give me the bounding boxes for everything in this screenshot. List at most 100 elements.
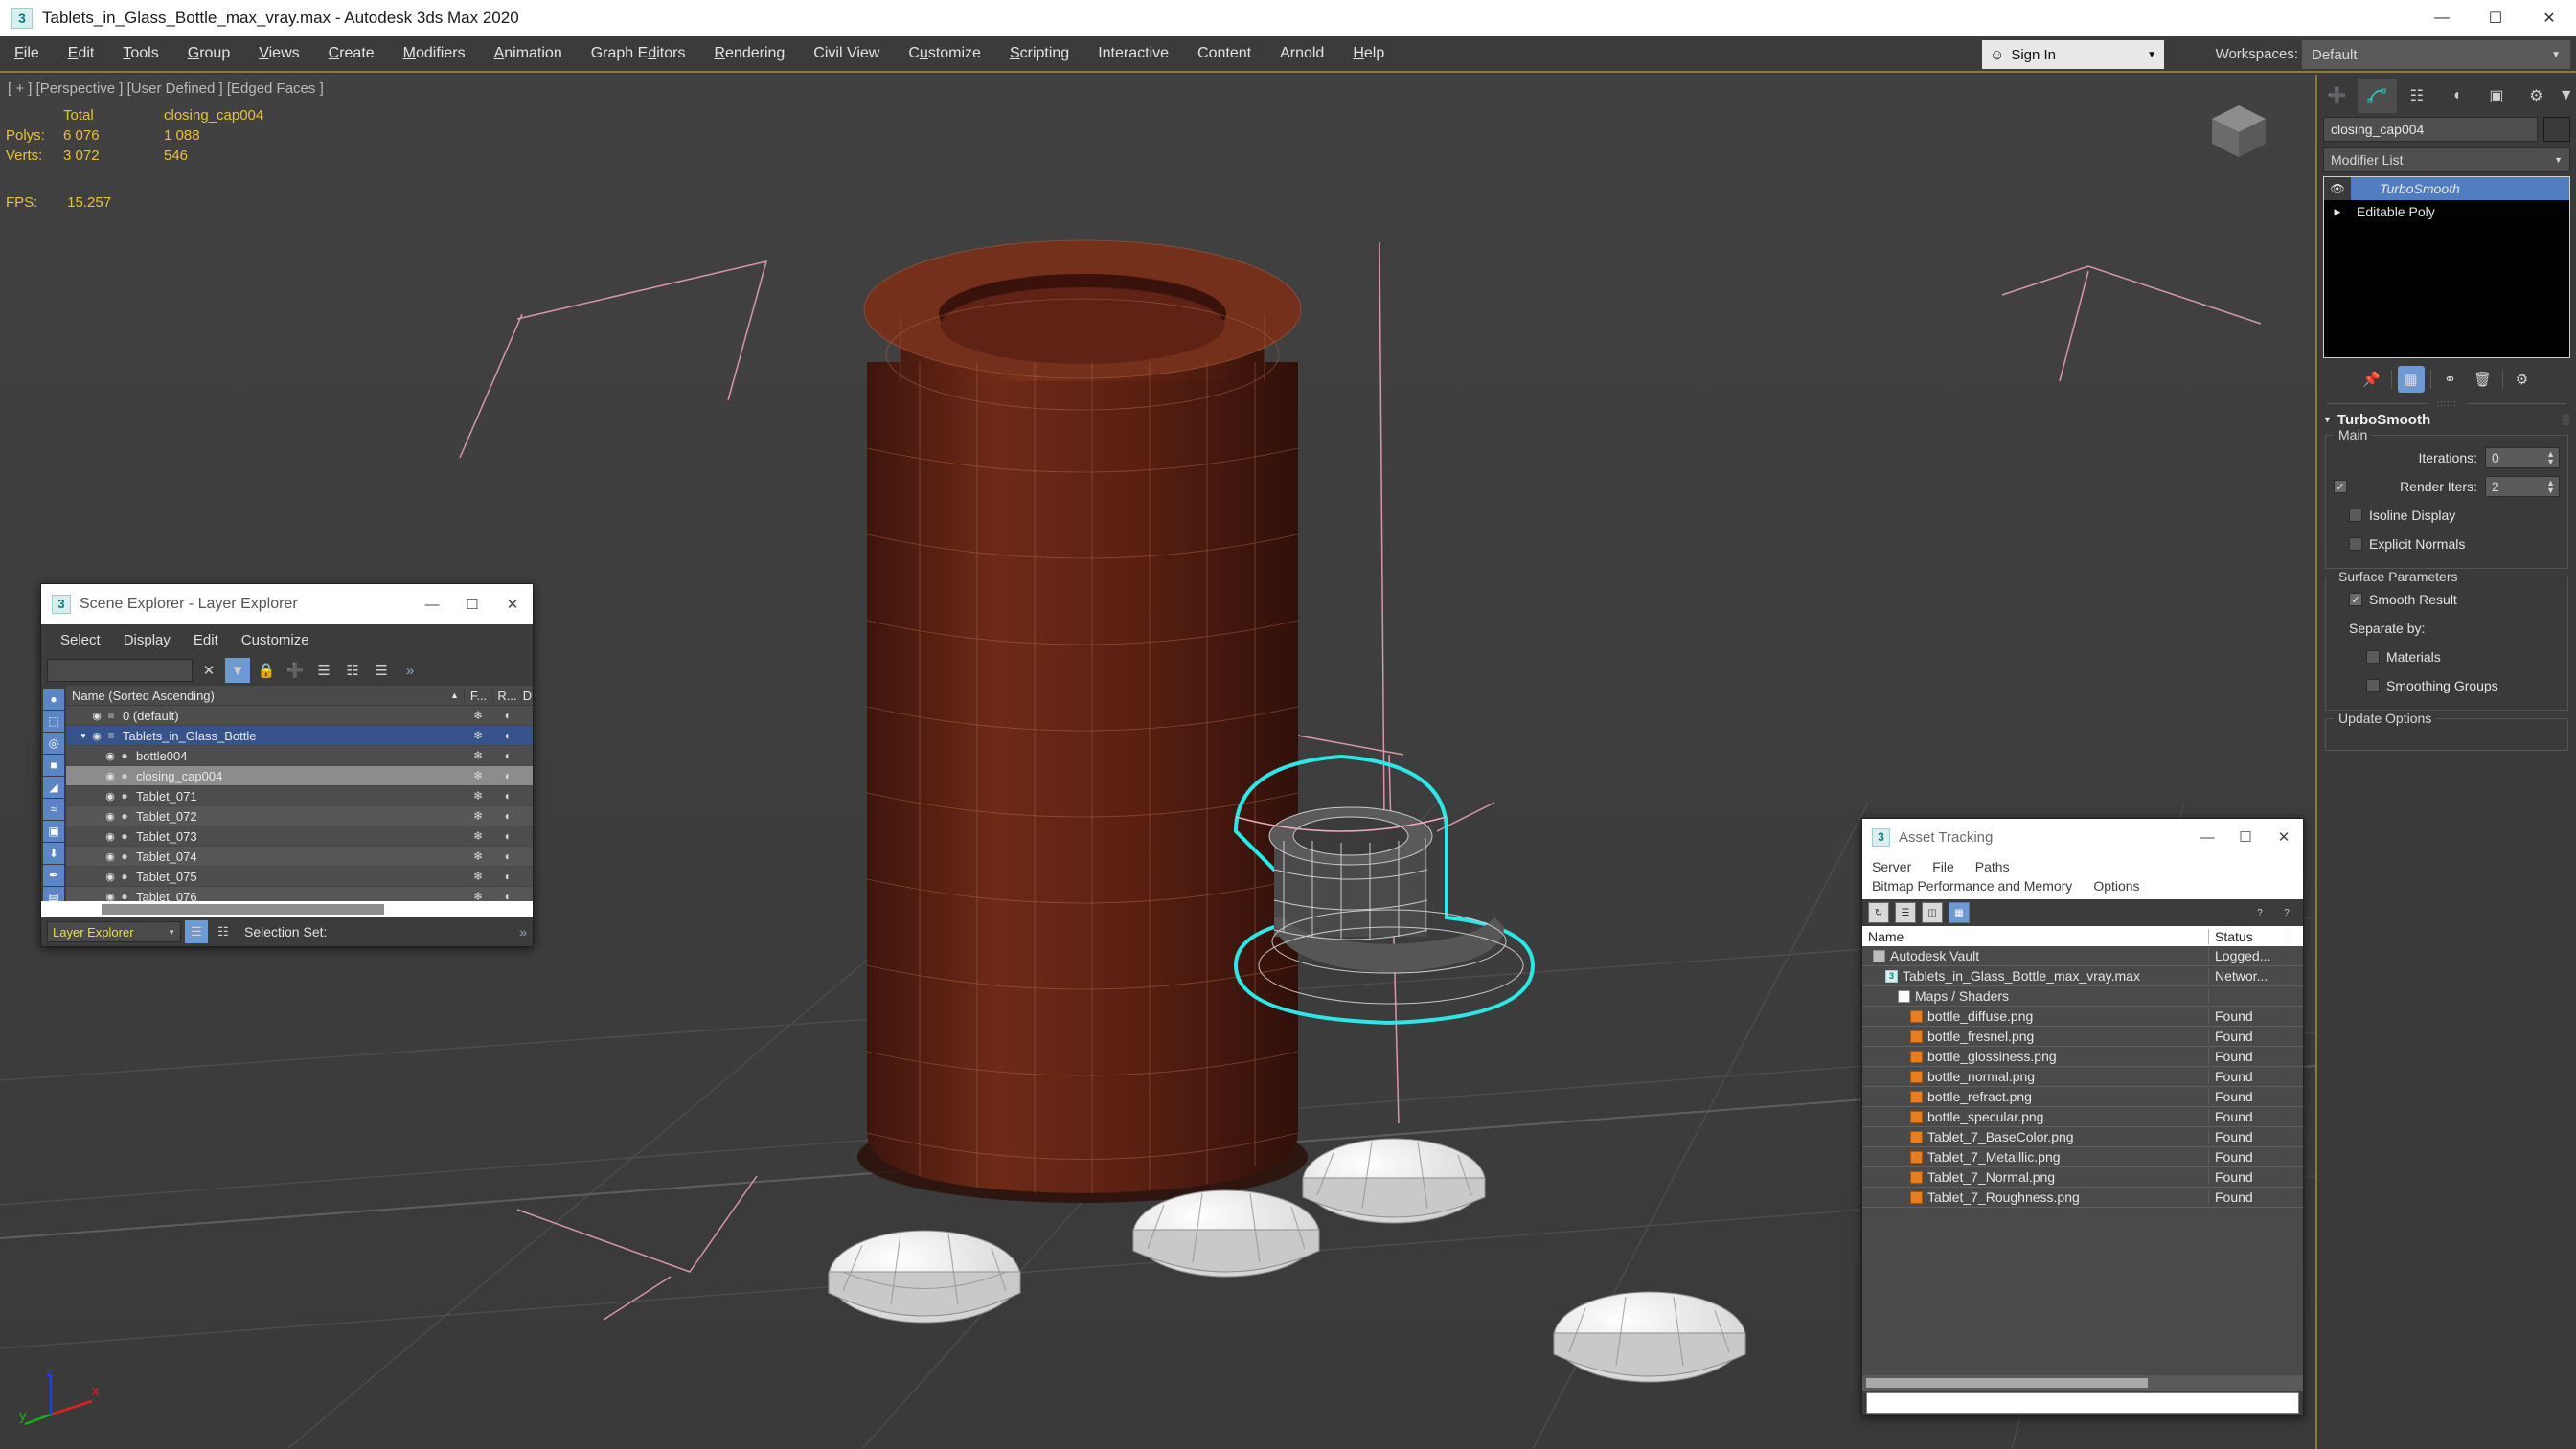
menu-item-file[interactable]: File — [0, 35, 54, 72]
at-menu-paths[interactable]: Paths — [1975, 857, 2010, 876]
freeze-icon[interactable]: ❄ — [464, 829, 492, 843]
table-row[interactable]: Autodesk Vault Logged... — [1862, 946, 2303, 966]
close-button[interactable]: ✕ — [2522, 0, 2576, 36]
table-row[interactable]: bottle_fresnel.png Found — [1862, 1027, 2303, 1047]
visibility-icon[interactable]: ◉ — [103, 810, 118, 823]
table-row[interactable]: bottle_diffuse.png Found — [1862, 1007, 2303, 1027]
utilities-tab[interactable]: ⚙ — [2517, 79, 2557, 113]
table-row[interactable]: Maps / Shaders — [1862, 986, 2303, 1007]
freeze-icon[interactable]: ❄ — [464, 870, 492, 883]
isoline-display-checkbox[interactable]: ✓ — [2349, 509, 2362, 522]
se-close-button[interactable]: ✕ — [492, 584, 533, 624]
object-icon[interactable]: ● — [118, 849, 131, 863]
freeze-icon[interactable]: ❄ — [464, 849, 492, 863]
menu-item-views[interactable]: Views — [244, 35, 313, 72]
menu-item-group[interactable]: Group — [173, 35, 244, 72]
xref-filter-icon[interactable]: ⬇ — [43, 843, 64, 864]
layer-icon[interactable]: ≡ — [104, 729, 118, 742]
detail-view-icon[interactable]: ◫ — [1922, 902, 1943, 923]
grid-view-icon[interactable]: ▦ — [1949, 902, 1970, 923]
spinner-down-icon[interactable]: ▼ — [2546, 458, 2555, 466]
more-icon[interactable]: » — [398, 658, 422, 683]
viewport-label[interactable]: [ + ] [Perspective ] [User Defined ] [Ed… — [8, 80, 324, 97]
object-icon[interactable]: ● — [118, 890, 131, 901]
horizontal-scrollbar[interactable] — [41, 901, 533, 917]
menu-item-edit[interactable]: Edit — [54, 35, 109, 72]
freeze-icon[interactable]: ❄ — [464, 789, 492, 803]
explicit-normals-checkbox[interactable]: ✓ — [2349, 537, 2362, 551]
table-row[interactable]: ◉ ● Tablet_072 ❄ ◖ — [66, 806, 533, 826]
list-view-icon[interactable]: ☰ — [1895, 902, 1916, 923]
column-render[interactable]: R... — [492, 688, 521, 703]
make-unique-icon[interactable]: ⚭ — [2437, 366, 2464, 393]
object-icon[interactable]: ● — [118, 789, 131, 803]
camera-filter-icon[interactable]: ■ — [43, 755, 64, 776]
expand-arrow-icon[interactable]: ▶ — [2324, 207, 2351, 217]
table-row[interactable]: Tablet_7_Metalllic.png Found — [1862, 1147, 2303, 1167]
table-row[interactable]: Tablet_7_Normal.png Found — [1862, 1167, 2303, 1188]
group-filter-icon[interactable]: ▣ — [43, 821, 64, 842]
table-row[interactable]: Tablet_7_Roughness.png Found — [1862, 1188, 2303, 1208]
column-status[interactable]: Status — [2209, 928, 2291, 944]
bone-filter-icon[interactable]: ✒ — [43, 865, 64, 886]
table-row[interactable]: ◉ ● Tablet_074 ❄ ◖ — [66, 847, 533, 867]
table-row[interactable]: ◉ ● Tablet_075 ❄ ◖ — [66, 867, 533, 887]
scene-explorer-window[interactable]: 3 Scene Explorer - Layer Explorer — ☐ ✕ … — [40, 583, 534, 947]
render-icon[interactable]: ◖ — [492, 749, 521, 762]
iterations-spinner[interactable]: 0 ▲ ▼ — [2485, 447, 2560, 468]
table-row[interactable]: bottle_refract.png Found — [1862, 1087, 2303, 1107]
at-close-button[interactable]: ✕ — [2265, 819, 2303, 855]
configure-modifier-sets-icon[interactable]: ⚙ — [2509, 366, 2536, 393]
smoothing-groups-checkbox[interactable]: ✓ — [2366, 679, 2380, 692]
at-menu-server[interactable]: Server — [1872, 857, 1911, 876]
filter-icon[interactable]: ▼ — [225, 658, 250, 683]
menu-item-graph-editors[interactable]: Graph Editors — [577, 35, 700, 72]
pin-stack-icon[interactable]: 📌 — [2359, 366, 2385, 393]
add-layer-icon[interactable]: ➕ — [283, 658, 308, 683]
object-icon[interactable]: ● — [118, 829, 131, 843]
menu-item-interactive[interactable]: Interactive — [1083, 35, 1183, 72]
se-menu-customize[interactable]: Customize — [230, 632, 321, 648]
object-icon[interactable]: ● — [118, 749, 131, 762]
refresh-icon[interactable]: ↻ — [1868, 902, 1889, 923]
table-row[interactable]: ◉ ● Tablet_071 ❄ ◖ — [66, 786, 533, 806]
at-minimize-button[interactable]: — — [2188, 819, 2226, 855]
asset-tracking-window[interactable]: 3 Asset Tracking — ☐ ✕ Server File Paths B… — [1861, 818, 2304, 1416]
motion-tab[interactable]: ◖ — [2437, 79, 2477, 113]
geometry-filter-icon[interactable]: ● — [43, 689, 64, 710]
freeze-icon[interactable]: ❄ — [464, 769, 492, 782]
create-tab[interactable]: ➕ — [2317, 79, 2358, 113]
menu-item-animation[interactable]: Animation — [480, 35, 577, 72]
se-menu-select[interactable]: Select — [49, 632, 112, 648]
visibility-icon[interactable]: ◉ — [103, 850, 118, 863]
render-icon[interactable]: ◖ — [492, 709, 521, 722]
menu-item-help[interactable]: Help — [1338, 35, 1399, 72]
expand-arrow-icon[interactable]: ▼ — [80, 732, 89, 740]
menu-item-scripting[interactable]: Scripting — [995, 35, 1083, 72]
hierarchy-toggle[interactable]: ☷ — [212, 920, 235, 943]
remove-modifier-icon[interactable]: 🗑 — [2470, 366, 2496, 393]
hierarchy-tab[interactable]: ☷ — [2397, 79, 2437, 113]
scrollbar-thumb[interactable] — [102, 904, 385, 915]
table-row[interactable]: ◉ ● Tablet_076 ❄ ◖ — [66, 887, 533, 901]
at-maximize-button[interactable]: ☐ — [2226, 819, 2265, 855]
visibility-icon[interactable]: ◉ — [103, 891, 118, 902]
scene-explorer-list[interactable]: Name (Sorted Ascending) ▲ F... R... D ◉ ≡… — [66, 686, 533, 901]
table-row[interactable]: bottle_specular.png Found — [1862, 1107, 2303, 1127]
display-tab[interactable]: ▣ — [2476, 79, 2517, 113]
column-name[interactable]: Name (Sorted Ascending) — [66, 689, 450, 703]
render-icon[interactable]: ◖ — [492, 729, 521, 742]
render-icon[interactable]: ◖ — [492, 829, 521, 843]
visibility-icon[interactable]: ◉ — [103, 871, 118, 883]
table-row[interactable]: ◉ ● bottle004 ❄ ◖ — [66, 746, 533, 766]
se-minimize-button[interactable]: — — [412, 584, 452, 624]
render-icon[interactable]: ◖ — [492, 809, 521, 823]
se-menu-edit[interactable]: Edit — [182, 632, 230, 648]
asset-horizontal-scrollbar[interactable] — [1862, 1375, 2303, 1391]
clear-search-icon[interactable]: ✕ — [196, 658, 221, 683]
render-icon[interactable]: ◖ — [492, 769, 521, 782]
render-icon[interactable]: ◖ — [492, 870, 521, 883]
explorer-mode-select[interactable]: Layer Explorer ▼ — [47, 921, 181, 942]
table-row[interactable]: 3 Tablets_in_Glass_Bottle_max_vray.max Net… — [1862, 966, 2303, 986]
workspace-select[interactable]: Default ▼ — [2302, 40, 2570, 69]
